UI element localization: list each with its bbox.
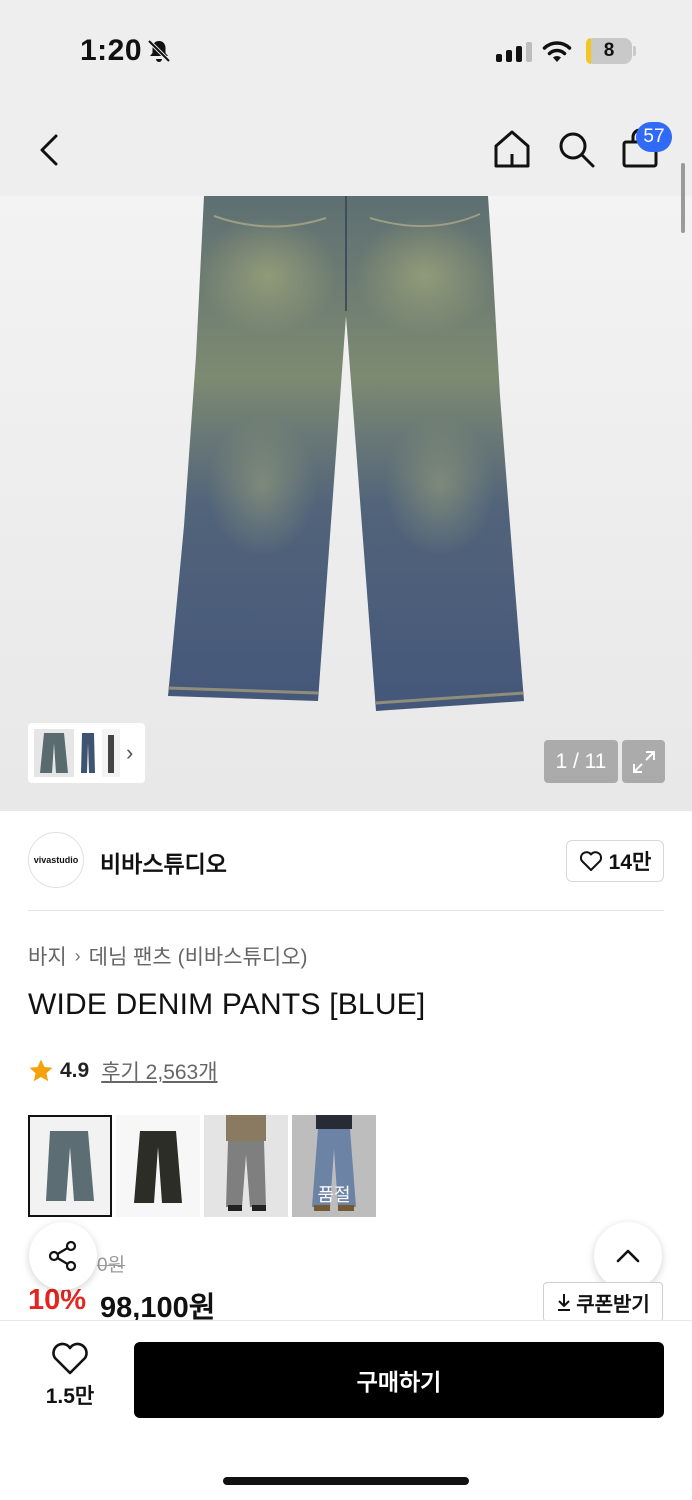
gallery-page-indicator: 1 / 11 <box>544 740 618 783</box>
battery-fill <box>586 38 591 64</box>
chevron-up-icon <box>616 1249 640 1263</box>
expand-button[interactable] <box>622 740 665 783</box>
brand-name[interactable]: 비바스튜디오 <box>100 845 227 879</box>
product-like-count: 1.5만 <box>45 1385 95 1408</box>
back-icon[interactable] <box>28 128 72 172</box>
gallery-thumbnail[interactable] <box>78 729 98 777</box>
battery-icon: 8 <box>586 38 632 64</box>
buy-button[interactable]: 구매하기 <box>134 1342 664 1418</box>
color-option-blue[interactable] <box>28 1115 112 1217</box>
original-price: 0원 <box>97 1255 126 1276</box>
bell-off-icon <box>147 39 171 63</box>
breadcrumb-category[interactable]: 바지 <box>28 941 67 971</box>
color-option-black[interactable] <box>116 1115 200 1217</box>
battery-tip <box>633 46 636 56</box>
status-bar: 1:20 8 <box>0 0 692 100</box>
wifi-icon <box>542 41 572 62</box>
sold-out-label: 품절 <box>292 1115 376 1217</box>
rating-row: 4.9 후기 2,563개 <box>28 1056 218 1086</box>
download-icon <box>558 1294 571 1311</box>
status-time: 1:20 <box>80 34 143 67</box>
breadcrumb: 바지 › 데님 팬츠 (비바스튜디오) <box>28 941 308 971</box>
product-like-button[interactable]: 1.5만 <box>30 1342 110 1420</box>
heart-icon <box>52 1342 88 1375</box>
cart-count-badge: 57 <box>636 122 672 152</box>
review-link[interactable]: 후기 2,563개 <box>101 1056 217 1086</box>
scroll-indicator[interactable] <box>681 163 685 233</box>
color-option-gray[interactable] <box>204 1115 288 1217</box>
divider <box>28 910 664 911</box>
chevron-right-icon: › <box>74 945 81 966</box>
brand-logo-text: vivastudio <box>33 855 79 865</box>
expand-icon <box>632 750 655 773</box>
star-icon <box>29 1059 53 1082</box>
brand-logo[interactable]: vivastudio <box>28 832 84 888</box>
rating-value: 4.9 <box>60 1059 90 1082</box>
product-title: WIDE DENIM PANTS [BLUE] <box>28 988 426 1021</box>
scroll-top-button[interactable] <box>594 1222 662 1290</box>
breadcrumb-subcategory[interactable]: 데님 팬츠 (비바스튜디오) <box>89 941 308 971</box>
gallery-thumbnail[interactable] <box>34 729 74 777</box>
home-indicator[interactable] <box>223 1477 469 1485</box>
coupon-button[interactable]: 쿠폰받기 <box>543 1282 663 1322</box>
color-options: 품절 <box>28 1115 376 1217</box>
home-icon[interactable] <box>490 126 534 172</box>
share-icon <box>48 1240 77 1272</box>
battery-level: 8 <box>603 40 615 61</box>
signal-icon <box>496 42 532 62</box>
heart-icon <box>579 851 602 871</box>
search-icon[interactable] <box>554 126 598 172</box>
share-button[interactable] <box>29 1222 97 1290</box>
coupon-label: 쿠폰받기 <box>576 1293 650 1316</box>
brand-like-button[interactable]: 14만 <box>566 840 664 882</box>
chevron-right-icon[interactable]: › <box>126 740 133 766</box>
header <box>0 100 692 196</box>
gallery-thumbnail[interactable] <box>102 729 120 777</box>
jeans-illustration <box>167 196 525 711</box>
brand-like-count: 14만 <box>608 851 652 874</box>
product-image[interactable] <box>0 196 692 811</box>
gallery-thumbnail-strip[interactable]: › <box>28 723 145 783</box>
color-option-light-blue[interactable]: 품절 <box>292 1115 376 1217</box>
